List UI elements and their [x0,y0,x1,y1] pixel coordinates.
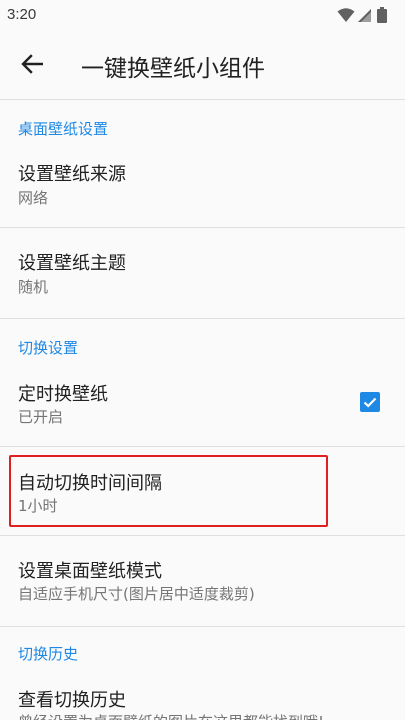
highlight-box [9,455,328,527]
back-button[interactable] [14,46,50,82]
pref-summary: 已开启 [18,408,64,426]
check-icon [363,397,377,408]
section-header-switch-history: 切换历史 [18,645,79,663]
status-bar: 3:20 [0,0,405,32]
pref-title: 定时换壁纸 [18,384,108,405]
page-title: 一键换壁纸小组件 [81,56,265,82]
status-icons [337,7,393,23]
pref-title: 设置桌面壁纸模式 [18,561,162,582]
section-header-desktop-wallpaper: 桌面壁纸设置 [18,120,109,138]
wifi-icon [337,8,355,22]
pref-wallpaper-source[interactable]: 设置壁纸来源 网络 [0,140,405,228]
section-header-switch-settings: 切换设置 [18,339,79,357]
battery-icon [377,7,387,23]
arrow-back-icon [21,54,43,74]
pref-timed-switch[interactable]: 定时换壁纸 已开启 [0,358,405,446]
status-time: 3:20 [7,6,37,23]
pref-title: 查看切换历史 [18,690,126,711]
pref-summary: 随机 [18,278,49,296]
pref-view-history[interactable]: 查看切换历史 曾经设置为桌面壁纸的图片在这里都能找到哦! [0,666,405,720]
timed-switch-checkbox[interactable] [360,392,380,412]
divider [0,318,405,319]
signal-icon [358,9,371,22]
pref-title: 设置壁纸主题 [18,253,126,274]
app-bar-divider [0,99,405,100]
pref-title: 设置壁纸来源 [18,164,126,185]
pref-wallpaper-theme[interactable]: 设置壁纸主题 随机 [0,228,405,318]
app-bar: 一键换壁纸小组件 [0,32,405,96]
pref-summary: 自适应手机尺寸(图片居中适度裁剪) [18,585,255,603]
pref-summary: 曾经设置为桌面壁纸的图片在这里都能找到哦! [18,711,398,720]
divider [0,626,405,627]
pref-wallpaper-mode[interactable]: 设置桌面壁纸模式 自适应手机尺寸(图片居中适度裁剪) [0,536,405,626]
pref-summary: 网络 [18,189,49,207]
